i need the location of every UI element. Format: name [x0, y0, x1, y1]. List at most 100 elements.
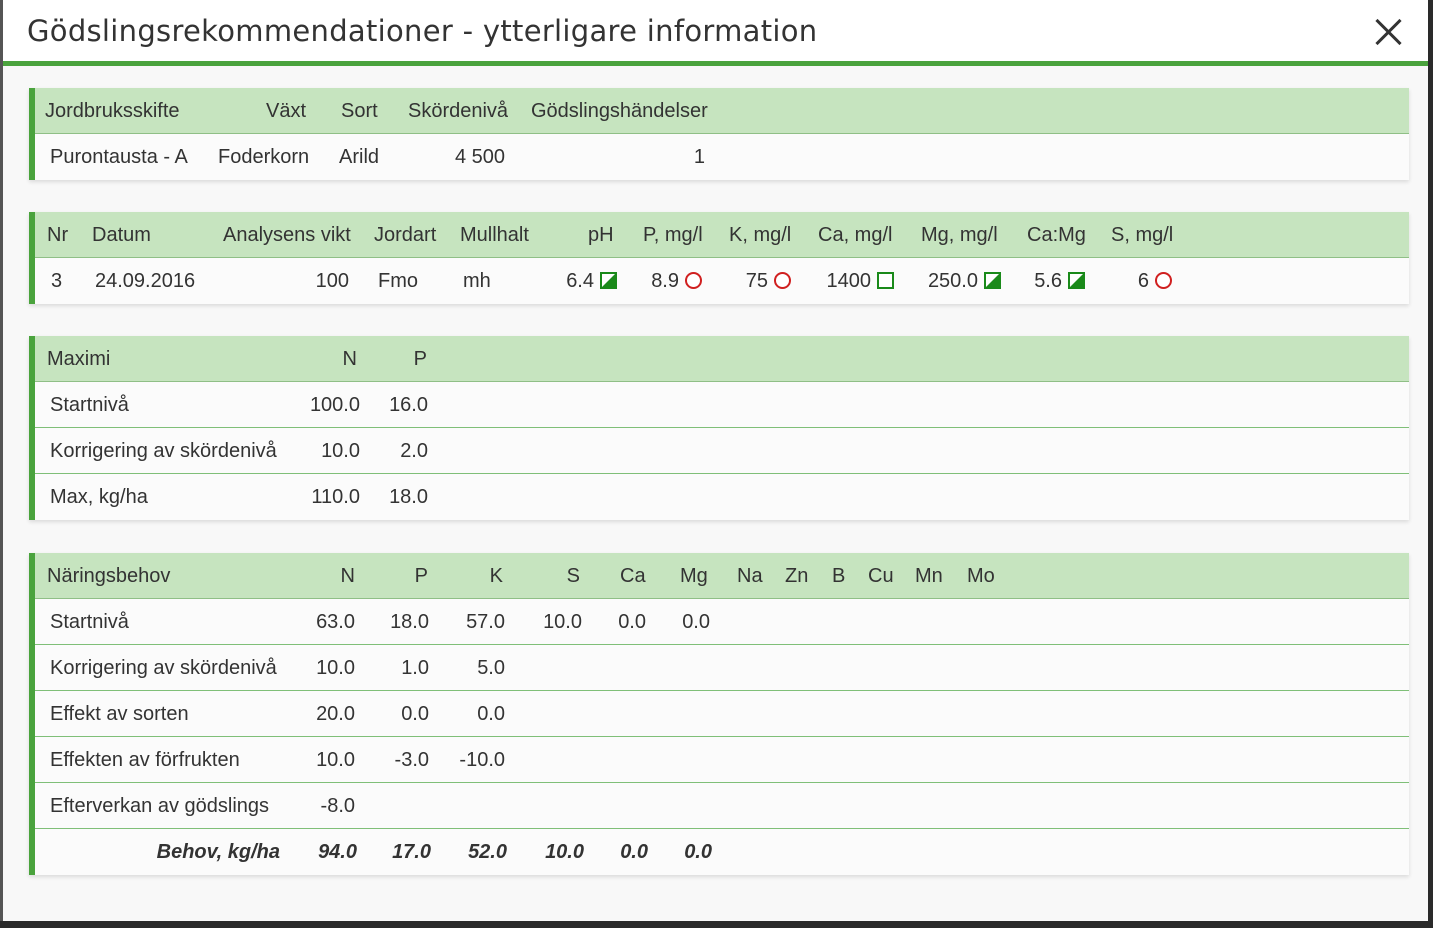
- naringsbehov-table: Näringsbehov N P K S Ca Mg Na Zn B Cu Mn…: [29, 553, 1409, 875]
- table-row: Startnivå 63.0 18.0 57.0 10.0 0.0 0.0: [35, 599, 1409, 645]
- cell-p: 16.0: [389, 394, 428, 416]
- cell-n: 110.0: [311, 486, 360, 508]
- row-label: Max, kg/ha: [50, 486, 148, 508]
- cell-sort: Arild: [339, 146, 380, 168]
- total-mg: 0.0: [684, 841, 712, 863]
- table-row: Korrigering av skördenivå 10.0 2.0: [35, 428, 1409, 474]
- col-header: Nr: [47, 224, 69, 246]
- cell-k: 0.0: [477, 703, 505, 725]
- cell-mg: 250.0: [895, 258, 1001, 304]
- cell-mullhalt: mh: [463, 270, 491, 292]
- col-header: N: [340, 565, 355, 587]
- col-header: pH: [588, 224, 614, 246]
- cell-mg: 0.0: [682, 611, 710, 633]
- table-row: Efterverkan av gödslings -8.0: [35, 783, 1409, 829]
- cell-k: 5.0: [477, 657, 505, 679]
- col-header: Skördenivå: [408, 100, 509, 122]
- soil-analysis-table: Nr Datum Analysens vikt Jordart Mullhalt…: [29, 212, 1409, 304]
- cell-ph: 6.4: [535, 258, 617, 304]
- col-header: Sort: [341, 100, 378, 122]
- cell-n: 63.0: [316, 611, 355, 633]
- p-value: 8.9: [651, 270, 679, 292]
- table-row: Startnivå 100.0 16.0: [35, 382, 1409, 428]
- empty-square-icon: [877, 272, 894, 289]
- cell-s: 6: [1095, 258, 1172, 304]
- table-row: Purontausta - A Foderkorn Arild 4 500 1: [35, 134, 1409, 180]
- cell-k: -10.0: [459, 749, 505, 771]
- cell-datum: 24.09.2016: [95, 270, 196, 292]
- row-label: Korrigering av skördenivå: [50, 657, 277, 679]
- cell-n: -8.0: [320, 795, 355, 817]
- col-header: S, mg/l: [1111, 224, 1174, 246]
- col-header: Datum: [92, 224, 151, 246]
- col-header: Växt: [266, 100, 307, 122]
- total-n: 94.0: [318, 841, 357, 863]
- table-row: Korrigering av skördenivå 10.0 1.0 5.0: [35, 645, 1409, 691]
- cell-jordbruksskifte: Purontausta - A: [50, 146, 188, 168]
- col-header: Näringsbehov: [47, 565, 171, 587]
- maximi-table: Maximi N P Startnivå 100.0 16.0 Korriger…: [29, 336, 1409, 520]
- cell-p: 18.0: [390, 611, 429, 633]
- cell-p: 2.0: [400, 440, 428, 462]
- cell-p: 0.0: [401, 703, 429, 725]
- total-label: Behov, kg/ha: [156, 841, 280, 863]
- col-header: Maximi: [47, 348, 111, 370]
- k-value: 75: [745, 270, 768, 292]
- table-row: Effekten av förfrukten 10.0 -3.0 -10.0: [35, 737, 1409, 783]
- col-header: Jordbruksskifte: [45, 100, 180, 122]
- half-filled-square-icon: [1068, 272, 1085, 289]
- cell-camg: 5.6: [1005, 258, 1085, 304]
- total-row: Behov, kg/ha 94.0 17.0 52.0 10.0 0.0 0.0: [35, 829, 1409, 875]
- table-row: Max, kg/ha 110.0 18.0: [35, 474, 1409, 520]
- half-filled-square-icon: [984, 272, 1001, 289]
- cell-ca: 1400: [795, 258, 894, 304]
- table-header: Näringsbehov N P K S Ca Mg Na Zn B Cu Mn…: [35, 553, 1409, 599]
- cell-p: 18.0: [389, 486, 428, 508]
- col-header: Ca: [620, 565, 646, 587]
- dialog-header: Gödslingsrekommendationer - ytterligare …: [3, 0, 1428, 66]
- table-header: Maximi N P: [35, 336, 1409, 382]
- ph-value: 6.4: [566, 270, 594, 292]
- col-header: S: [566, 565, 580, 587]
- cell-n: 10.0: [321, 440, 360, 462]
- col-header: P: [414, 565, 428, 587]
- cell-vaxt: Foderkorn: [218, 146, 310, 168]
- s-value: 6: [1137, 270, 1149, 292]
- col-header: N: [342, 348, 357, 370]
- cell-k: 57.0: [466, 611, 505, 633]
- row-label: Korrigering av skördenivå: [50, 440, 277, 462]
- cell-p: 1.0: [401, 657, 429, 679]
- col-header: K: [489, 565, 503, 587]
- col-header: Mullhalt: [460, 224, 529, 246]
- field-info-table: Jordbruksskifte Växt Sort Skördenivå Göd…: [29, 88, 1409, 180]
- cell-nr: 3: [51, 270, 63, 292]
- col-header: Ca, mg/l: [818, 224, 893, 246]
- col-header: P: [413, 348, 427, 370]
- row-label: Efterverkan av gödslings: [50, 795, 270, 817]
- close-icon[interactable]: [1370, 14, 1406, 50]
- table-header: Jordbruksskifte Växt Sort Skördenivå Göd…: [35, 88, 1409, 134]
- col-header: Analysens vikt: [223, 224, 351, 246]
- cell-n: 20.0: [316, 703, 355, 725]
- col-header: K, mg/l: [729, 224, 792, 246]
- cell-ca: 0.0: [618, 611, 646, 633]
- col-header: Zn: [785, 565, 809, 587]
- row-label: Startnivå: [50, 611, 129, 633]
- cell-jordart: Fmo: [378, 270, 418, 292]
- red-circle-icon: [685, 272, 702, 289]
- col-header: Mg: [680, 565, 708, 587]
- dialog: Gödslingsrekommendationer - ytterligare …: [0, 0, 1428, 921]
- cell-godslingshandelser: 1: [693, 146, 705, 168]
- cell-n: 10.0: [316, 749, 355, 771]
- table-row: Effekt av sorten 20.0 0.0 0.0: [35, 691, 1409, 737]
- red-circle-icon: [774, 272, 791, 289]
- dialog-title: Gödslingsrekommendationer - ytterligare …: [27, 14, 818, 48]
- cell-n: 10.0: [316, 657, 355, 679]
- col-header: Mo: [967, 565, 995, 587]
- camg-value: 5.6: [1034, 270, 1062, 292]
- row-label: Effekten av förfrukten: [50, 749, 240, 771]
- col-header: Ca:Mg: [1027, 224, 1086, 246]
- col-header: Cu: [868, 565, 894, 587]
- ca-value: 1400: [826, 270, 872, 292]
- total-p: 17.0: [392, 841, 431, 863]
